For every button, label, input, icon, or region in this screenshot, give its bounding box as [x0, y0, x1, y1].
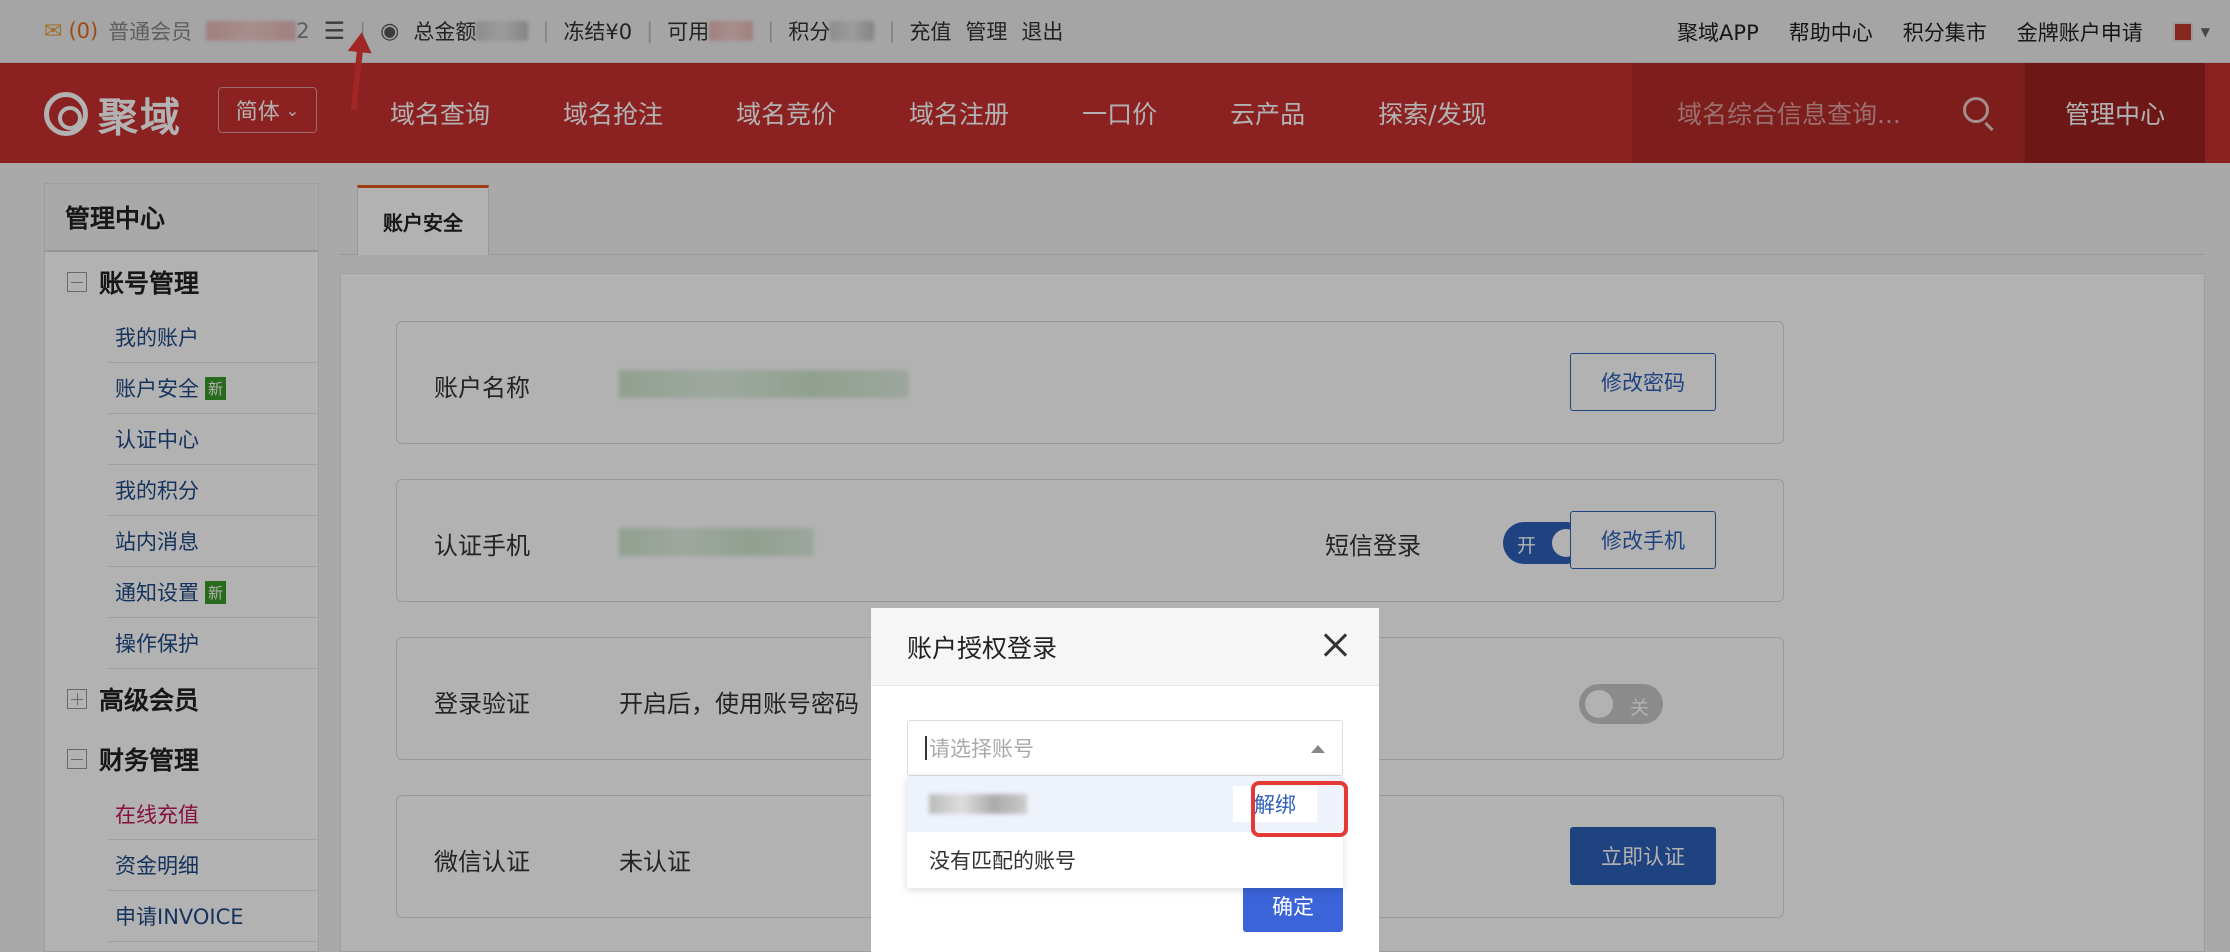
dialog-title: 账户授权登录: [907, 633, 1058, 663]
caret-up-icon[interactable]: [1311, 745, 1325, 753]
dropdown-option-no-match: 没有匹配的账号: [929, 849, 1076, 873]
dialog-header: 账户授权登录: [871, 608, 1379, 686]
select-placeholder: 请选择账号: [929, 737, 1034, 761]
annotation-highlight-box: [1251, 781, 1348, 837]
close-icon[interactable]: [1321, 630, 1351, 660]
account-auth-login-dialog: 账户授权登录 请选择账号 解绑 没有匹配的账号 确定: [871, 608, 1379, 952]
text-cursor: [925, 736, 927, 760]
account-redacted: [929, 794, 1027, 814]
account-select[interactable]: 请选择账号: [907, 720, 1343, 776]
